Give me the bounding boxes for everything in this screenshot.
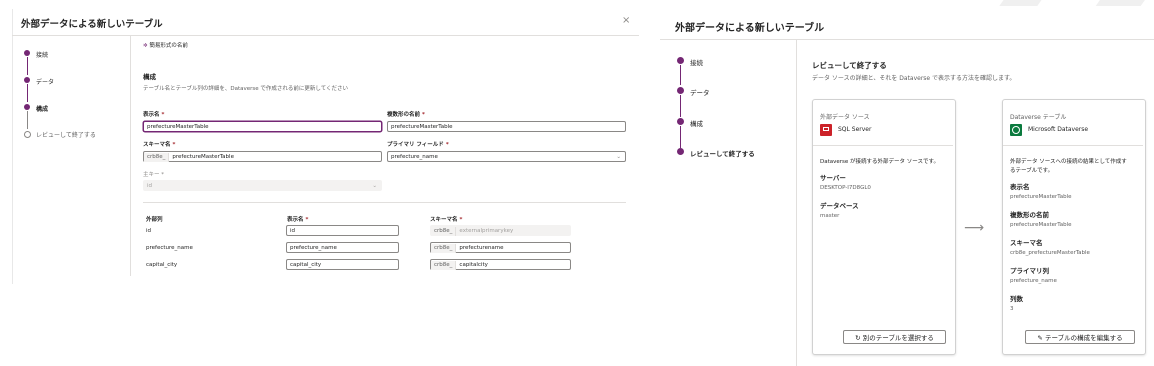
step-connector [26, 57, 28, 75]
server-value: DESKTOP-I7D8GL0 [820, 185, 871, 191]
column-schema-input: crb8e_ externalprimarykey [430, 225, 571, 236]
column-header-external: 外部列 [146, 217, 163, 223]
step-connector [680, 95, 681, 117]
database-value: master [820, 213, 840, 219]
step-current-icon [24, 104, 30, 110]
database-label: データベース [820, 202, 859, 210]
primary-column-label: プライマリ列 [1010, 267, 1049, 275]
display-name-input[interactable]: prefectureMasterTable [143, 121, 382, 132]
select-another-table-button[interactable]: ↻ 別のテーブルを選択する [843, 330, 946, 344]
card-heading: Dataverse テーブル [1010, 114, 1067, 121]
external-source-card [812, 99, 956, 355]
display-name-label: 表示名 [1010, 183, 1030, 191]
primary-field-dropdown[interactable]: prefecture_name ⌄ [387, 151, 626, 162]
divider [130, 36, 131, 276]
step-complete-icon [24, 50, 30, 56]
card-description: るテーブルです。 [1010, 168, 1054, 174]
column-schema-input[interactable]: crb8e_ prefecturename [430, 242, 571, 253]
step-label-review[interactable]: レビューして終了する [36, 130, 96, 139]
step-complete-icon [677, 57, 684, 64]
step-label-configure[interactable]: 構成 [36, 104, 48, 113]
plural-name-label: 複数形の名前 * [387, 112, 425, 118]
column-header-display: 表示名 * [287, 217, 309, 223]
server-label: サーバー [820, 174, 846, 182]
step-connector [26, 84, 28, 102]
chevron-down-icon: ⌄ [616, 154, 621, 160]
step-label-configure[interactable]: 構成 [690, 118, 703, 128]
refresh-icon: ↻ [855, 334, 861, 342]
step-complete-icon [677, 118, 684, 125]
sql-server-icon [820, 124, 832, 136]
table-row-external: capital_city [146, 262, 178, 268]
schema-name-label: スキーマ名 * [143, 142, 176, 148]
pencil-icon: ✎ [1037, 334, 1043, 342]
divider [796, 40, 797, 366]
column-count-value: 3 [1010, 306, 1014, 312]
primary-field-label: プライマリ フィールド * [387, 142, 449, 148]
step-label-connect[interactable]: 接続 [690, 57, 703, 67]
primary-key-dropdown: id ⌄ [143, 180, 382, 191]
column-display-input[interactable]: capital_city [286, 259, 399, 270]
plural-name-label: 複数形の名前 [1010, 211, 1049, 219]
step-label-data[interactable]: データ [36, 77, 54, 86]
plural-name-input[interactable]: prefectureMasterTable [387, 121, 626, 132]
dataverse-icon [1010, 124, 1022, 136]
step-label-connect[interactable]: 接続 [36, 50, 48, 59]
schema-name-label: スキーマ名 [1010, 239, 1043, 247]
step-label-review[interactable]: レビューして終了する [690, 148, 755, 158]
card-heading: 外部データ ソース [820, 114, 870, 121]
card-description: Dataverse が接続する外部データ ソースです。 [820, 159, 939, 165]
column-schema-input[interactable]: crb8e_ capitalcity [430, 259, 571, 270]
divider [143, 202, 626, 203]
column-display-input[interactable]: id [286, 225, 399, 236]
chevron-down-icon: ⌄ [372, 183, 377, 189]
connector-name: Microsoft Dataverse [1028, 126, 1089, 133]
sparkle-icon: ✲ [143, 43, 148, 49]
section-description: テーブル名とテーブル列の詳細を、Dataverse で作成される前に更新してくだ… [143, 86, 349, 92]
simple-name-link[interactable]: ✲ 簡易形式の名前 [143, 41, 188, 49]
primary-key-label: 主キー * [143, 172, 165, 178]
review-description: データ ソースの詳細と、それを Dataverse で表示する方法を確認します。 [812, 75, 1016, 82]
step-connector [680, 65, 681, 85]
step-label-data[interactable]: データ [690, 87, 710, 97]
step-pending-icon [24, 131, 31, 138]
step-connector [680, 126, 681, 148]
divider [12, 35, 639, 36]
edit-table-config-button[interactable]: ✎ テーブルの構成を編集する [1025, 330, 1135, 344]
column-count-label: 列数 [1010, 295, 1023, 303]
schema-prefix: crb8e_ [144, 153, 170, 162]
step-current-icon [677, 148, 684, 155]
divider [813, 145, 953, 146]
card-description: 外部データ ソースへの接続の結果として作成す [1010, 159, 1127, 165]
dialog-title: 外部データによる新しいテーブル [21, 19, 163, 30]
schema-name-value: crb8e_prefectureMasterTable [1010, 250, 1090, 256]
plural-name-value: prefectureMasterTable [1010, 222, 1072, 228]
column-display-input[interactable]: prefecture_name [286, 242, 399, 253]
section-title: 構成 [143, 73, 156, 81]
review-title: レビューして終了する [812, 61, 887, 70]
connector-name: SQL Server [838, 126, 872, 133]
step-complete-icon [24, 77, 30, 83]
column-header-schema: スキーマ名 * [430, 217, 463, 223]
close-icon[interactable]: × [622, 15, 630, 26]
primary-column-value: prefecture_name [1010, 278, 1057, 284]
table-row-external: prefecture_name [146, 245, 193, 251]
step-connector [26, 111, 28, 129]
schema-name-input[interactable]: crb8e_ prefectureMasterTable [143, 151, 382, 162]
divider [1003, 145, 1143, 146]
display-name-label: 表示名 * [143, 112, 165, 118]
step-complete-icon [677, 87, 684, 94]
table-row-external: id [146, 228, 152, 234]
display-name-value: prefectureMasterTable [1010, 194, 1072, 200]
arrow-icon: ⟶ [964, 220, 985, 236]
divider [660, 39, 1154, 40]
dialog-title: 外部データによる新しいテーブル [675, 23, 825, 34]
